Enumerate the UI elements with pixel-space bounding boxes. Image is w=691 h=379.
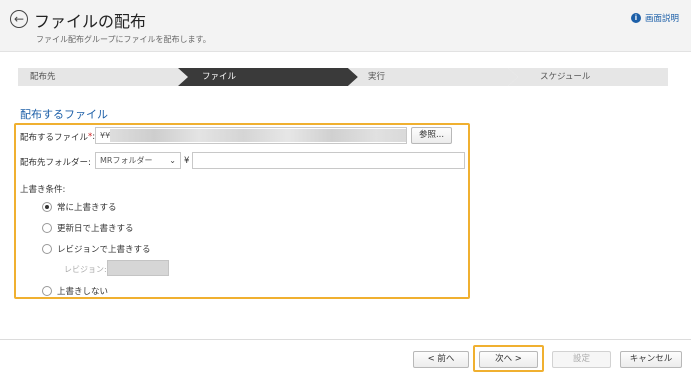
dest-select-value: MRフォルダー bbox=[100, 156, 153, 165]
set-button[interactable]: 設定 bbox=[552, 351, 611, 368]
radio-button[interactable] bbox=[42, 202, 52, 212]
file-label: 配布するファイル bbox=[20, 133, 89, 143]
next-button[interactable]: 次へ > bbox=[479, 351, 538, 368]
radio-no-overwrite[interactable]: 上書きしない bbox=[42, 285, 108, 297]
help-link[interactable]: i 画面説明 bbox=[630, 12, 679, 24]
step-execute: 実行 bbox=[348, 68, 518, 86]
page-title: ファイルの配布 bbox=[34, 12, 147, 31]
blurred-file-path bbox=[110, 129, 406, 142]
back-arrow-icon[interactable]: ← bbox=[10, 10, 28, 28]
page-header: ← ファイルの配布 ファイル配布グループにファイルを配布します。 i 画面説明 bbox=[0, 0, 691, 52]
radio-label: 更新日で上書きする bbox=[57, 224, 134, 234]
info-icon: i bbox=[630, 13, 641, 23]
browse-button[interactable]: 参照... bbox=[411, 127, 452, 144]
step-label: 実行 bbox=[368, 72, 386, 82]
step-schedule: スケジュール bbox=[508, 68, 668, 86]
step-label: 配布先 bbox=[30, 72, 56, 82]
dest-label: 配布先フォルダー: bbox=[20, 158, 91, 168]
radio-button[interactable] bbox=[42, 286, 52, 296]
file-path-prefix: ¥¥ bbox=[100, 131, 111, 140]
yen-separator: ¥ bbox=[184, 156, 190, 166]
radio-overwrite-by-date[interactable]: 更新日で上書きする bbox=[42, 222, 134, 234]
prev-button[interactable]: < 前へ bbox=[413, 351, 469, 368]
radio-label: 上書きしない bbox=[57, 287, 109, 297]
overwrite-row: 上書き条件: bbox=[20, 183, 65, 195]
dest-path-input[interactable] bbox=[192, 152, 465, 169]
revision-input bbox=[107, 260, 169, 276]
step-label: スケジュール bbox=[540, 72, 591, 82]
footer-divider bbox=[0, 339, 691, 340]
radio-label: 常に上書きする bbox=[57, 203, 117, 213]
step-label: ファイル bbox=[202, 72, 237, 82]
revision-label: レビジョン: bbox=[64, 265, 107, 274]
file-row: 配布するファイル *: bbox=[20, 131, 95, 143]
cancel-button[interactable]: キャンセル bbox=[620, 351, 682, 368]
chevron-down-icon: ⌄ bbox=[169, 156, 176, 165]
wizard-steps: 配布先 ファイル 実行 スケジュール bbox=[18, 68, 668, 86]
step-destination: 配布先 bbox=[18, 68, 188, 86]
radio-overwrite-by-revision[interactable]: レビジョンで上書きする bbox=[42, 243, 151, 255]
step-file: ファイル bbox=[178, 68, 358, 86]
section-title: 配布するファイル bbox=[20, 108, 108, 121]
overwrite-label: 上書き条件: bbox=[20, 185, 66, 195]
radio-button[interactable] bbox=[42, 223, 52, 233]
radio-always-overwrite[interactable]: 常に上書きする bbox=[42, 201, 117, 213]
help-label: 画面説明 bbox=[644, 14, 679, 24]
radio-label: レビジョンで上書きする bbox=[57, 245, 151, 255]
radio-button[interactable] bbox=[42, 244, 52, 254]
dest-folder-select[interactable]: MRフォルダー ⌄ bbox=[95, 152, 181, 169]
page-subtitle: ファイル配布グループにファイルを配布します。 bbox=[36, 35, 211, 44]
dest-row: 配布先フォルダー: bbox=[20, 156, 91, 168]
